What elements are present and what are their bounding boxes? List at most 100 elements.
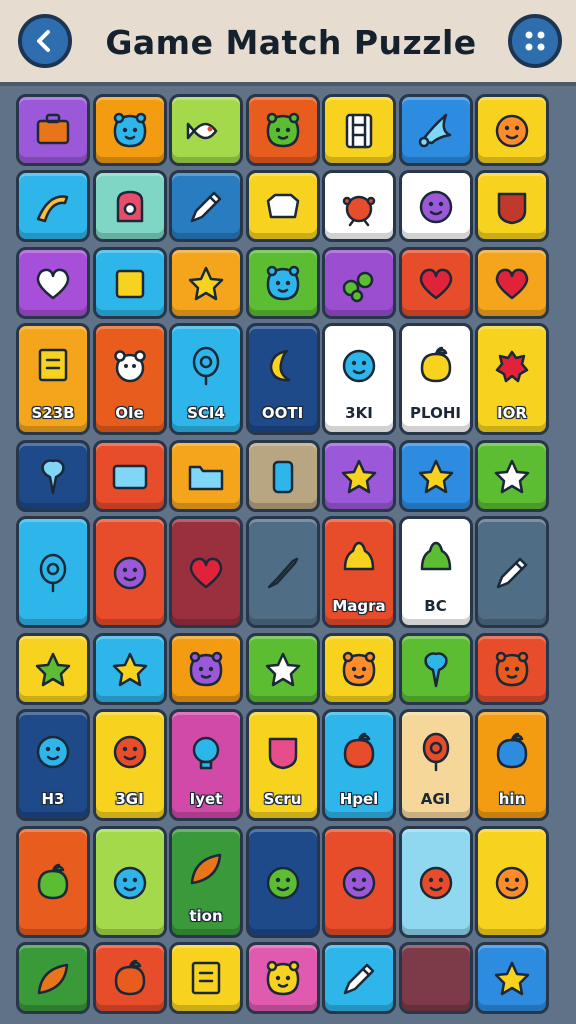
puzzle-tile-screen[interactable] [92,439,167,512]
puzzle-tile-heart[interactable] [475,246,549,319]
fish-icon [186,122,218,140]
puzzle-tile-pen[interactable] [169,170,243,243]
star-icon [341,459,377,494]
folder-icon [188,465,224,491]
heart-icon [495,268,529,300]
puzzle-tile-bear[interactable]: OIe [92,323,167,436]
puzzle-tile-heart[interactable] [169,516,243,629]
puzzle-tile-balloon[interactable] [16,516,90,629]
puzzle-tile-critter[interactable] [245,94,320,166]
puzzle-tile-bird[interactable] [398,94,473,166]
tile-label: AGI [420,790,451,809]
puzzle-tile-note[interactable] [169,942,243,1014]
puzzle-tile-shield[interactable] [475,170,549,243]
puzzle-tile-critter[interactable] [169,632,243,705]
puzzle-tile-star[interactable] [475,942,549,1014]
puzzle-tile-boomerang[interactable] [16,170,90,243]
tile-label: hin [498,790,526,809]
puzzle-tile-pin[interactable] [398,632,473,705]
puzzle-tile-pin[interactable] [16,439,90,512]
tile-label: Iyet [189,790,223,809]
puzzle-tile-face[interactable] [322,825,396,938]
critter-icon [342,651,376,686]
puzzle-tile-dagger[interactable] [245,516,320,629]
puzzle-tile-bug[interactable] [322,170,396,243]
balloon-icon [39,553,67,593]
puzzle-tile-bell[interactable]: BC [398,516,473,629]
puzzle-tile-heart[interactable] [16,246,90,319]
puzzle-tile-face[interactable]: 3KI [322,323,396,436]
puzzle-tile-leaf[interactable]: tion [169,825,243,938]
puzzle-tile-phone[interactable] [245,439,320,512]
puzzle-tile-face[interactable] [398,825,473,938]
pin-icon [41,459,65,495]
puzzle-tile-star[interactable] [169,246,243,319]
back-button[interactable] [18,14,72,68]
fruit-icon [37,863,69,899]
puzzle-board: S23B OIe SCI4 OOTI 3KI PLOHI IOR Magra BC H3 3GI Iy… [16,94,562,1014]
puzzle-tile-gem[interactable] [245,170,320,243]
puzzle-tile-pen[interactable] [475,516,549,629]
puzzle-tile-grapes[interactable] [322,246,396,319]
puzzle-tile-bell[interactable]: Magra [322,516,396,629]
tile-label: 3KI [345,404,373,423]
puzzle-tile-ladder[interactable] [322,94,396,166]
puzzle-tile-critter[interactable] [92,94,167,166]
puzzle-tile-face[interactable] [475,94,549,166]
dots-grid-icon [525,31,545,51]
puzzle-tile-star[interactable] [245,632,320,705]
header-bar: Game Match Puzzle [0,0,576,86]
puzzle-tile-balloon[interactable]: SCI4 [169,323,243,436]
critter-icon [113,112,146,148]
puzzle-tile-face[interactable]: H3 [16,709,90,822]
shield-icon [497,193,527,225]
puzzle-tile-folder[interactable] [169,439,243,512]
puzzle-tile-bag[interactable] [92,170,167,243]
critter-icon [266,960,299,996]
face-icon [419,866,452,899]
puzzle-tile-star[interactable] [398,439,473,512]
puzzle-tile-moon[interactable]: OOTI [245,323,320,436]
puzzle-tile-heart[interactable] [398,246,473,319]
puzzle-tile-fish[interactable] [169,94,243,166]
puzzle-tile-face[interactable] [398,170,473,243]
puzzle-tile-empty[interactable] [398,942,473,1014]
puzzle-tile-balloon[interactable]: AGI [398,709,473,822]
puzzle-tile-leaf[interactable] [16,942,90,1014]
puzzle-tile-face[interactable] [245,825,320,938]
puzzle-tile-face[interactable] [92,516,167,629]
tile-label: Magra [332,597,386,616]
puzzle-tile-face[interactable]: 3GI [92,709,167,822]
dagger-icon [267,557,298,589]
heart-icon [189,557,223,589]
star-icon [494,459,530,494]
puzzle-tile-star[interactable] [322,439,396,512]
puzzle-tile-critter[interactable] [322,632,396,705]
puzzle-tile-note[interactable]: S23B [16,323,90,436]
puzzle-tile-star[interactable] [16,632,90,705]
puzzle-tile-pen[interactable] [322,942,396,1014]
puzzle-tile-bulb[interactable]: Iyet [169,709,243,822]
puzzle-tile-face[interactable] [475,825,549,938]
puzzle-tile-fruit[interactable]: PLOHI [398,323,473,436]
pen-icon [496,557,528,589]
tile-label: H3 [41,790,65,809]
puzzle-tile-star[interactable] [92,632,167,705]
puzzle-tile-fruit[interactable]: Hpel [322,709,396,822]
grapes-icon [342,271,374,303]
puzzle-tile-shield[interactable]: Scru [245,709,320,822]
puzzle-tile-square[interactable] [92,246,167,319]
puzzle-tile-fruit[interactable] [16,825,90,938]
empty-icon [402,945,470,1011]
puzzle-tile-critter[interactable] [245,942,320,1014]
puzzle-tile-berry[interactable]: IOR [475,323,549,436]
puzzle-tile-fruit[interactable] [92,942,167,1014]
tile-label: PLOHI [410,404,461,423]
puzzle-tile-critter[interactable] [245,246,320,319]
menu-button[interactable] [508,14,562,68]
puzzle-tile-face[interactable] [92,825,167,938]
puzzle-tile-briefcase[interactable] [16,94,90,166]
puzzle-tile-fruit[interactable]: hin [475,709,549,822]
puzzle-tile-critter[interactable] [475,632,549,705]
puzzle-tile-star[interactable] [475,439,549,512]
